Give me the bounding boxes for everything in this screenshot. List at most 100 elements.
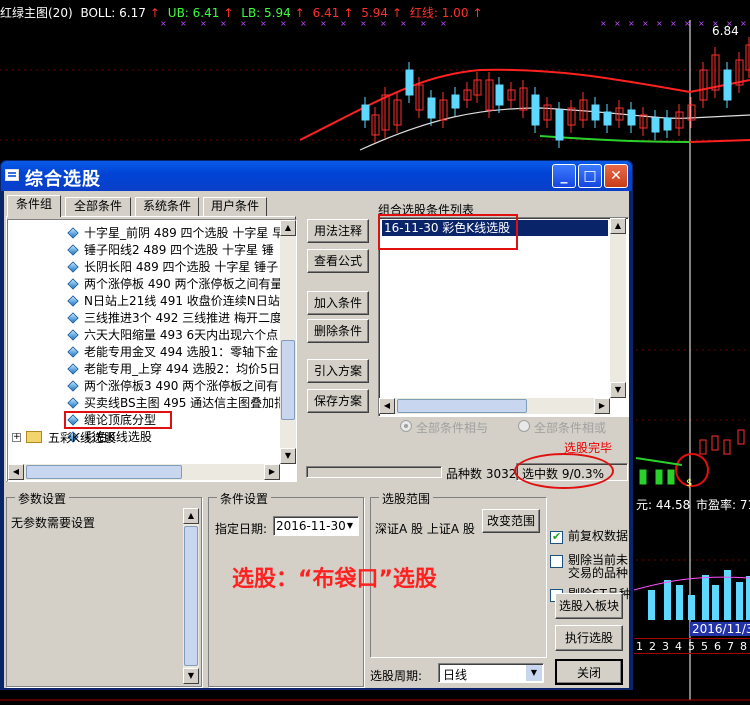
scroll-down-icon[interactable]: ▼ xyxy=(280,448,296,464)
scroll-thumb[interactable] xyxy=(281,340,295,420)
dialog-titlebar[interactable]: 综合选股 _ □ ✕ xyxy=(1,161,632,191)
volume-bar xyxy=(746,576,750,620)
candle-body xyxy=(451,94,460,109)
mid-button[interactable]: 引入方案 xyxy=(307,359,369,383)
cond-group-title: 条件设置 xyxy=(217,490,272,507)
radio-and[interactable] xyxy=(400,420,412,432)
tree-item[interactable]: 两个涨停板3 490 两个涨停板之间有 xyxy=(67,377,278,394)
formula-icon xyxy=(67,295,79,307)
scroll-left-icon[interactable]: ◀ xyxy=(379,398,395,414)
tree-item-label: 老能专用金叉 494 选股1：零轴下金 xyxy=(84,345,279,359)
mid-button[interactable]: 用法注释 xyxy=(307,219,369,243)
lower-candle xyxy=(667,469,675,485)
tree-folder-label[interactable]: 五彩K线选股 xyxy=(48,429,116,446)
dialog-body: 条件组 全部条件 系统条件 用户条件 十字星_前阴 489 四个选股 十字星 早… xyxy=(4,191,631,688)
param-vscrollbar[interactable]: ▲ ▼ xyxy=(183,508,199,684)
close-button[interactable]: 关闭 xyxy=(555,659,623,685)
scroll-down-icon[interactable]: ▼ xyxy=(610,382,626,398)
marker: × xyxy=(614,19,621,28)
period-select[interactable]: 日线 ▼ xyxy=(438,663,544,683)
dropdown-arrow-icon[interactable]: ▼ xyxy=(526,665,542,681)
tree-item[interactable]: 十字星_前阴 489 四个选股 十字星 早 xyxy=(67,224,285,241)
scroll-down-icon[interactable]: ▼ xyxy=(183,668,199,684)
arrow-up-icon: ↑ xyxy=(343,6,354,20)
scroll-thumb[interactable] xyxy=(184,526,198,666)
tree-item[interactable]: 六天大阳缩量 493 6天内出现六个点 xyxy=(67,326,279,343)
radio-and-label: 全部条件相与 xyxy=(416,421,489,435)
add-to-block-button[interactable]: 选股入板块 xyxy=(555,593,623,619)
arrow-line xyxy=(635,457,683,466)
scroll-up-icon[interactable]: ▲ xyxy=(183,508,199,524)
range-text: 深证A 股 上证A 股 xyxy=(375,522,475,536)
maximize-icon[interactable]: □ xyxy=(578,164,602,188)
volume-bar xyxy=(702,575,709,620)
tree-item[interactable]: 两个涨停板 490 两个涨停板之间有量 xyxy=(67,275,283,292)
checkbox-label: 前复权数据 xyxy=(568,529,629,543)
mid-button[interactable]: 保存方案 xyxy=(307,389,369,413)
tab-all-conditions[interactable]: 全部条件 xyxy=(65,197,131,217)
highlight-ellipse xyxy=(514,453,614,489)
close-icon[interactable]: ✕ xyxy=(604,164,628,188)
dropdown-arrow-icon[interactable]: ▼ xyxy=(343,518,357,534)
expand-icon[interactable]: + xyxy=(12,433,21,442)
value-1: 6.41 xyxy=(312,6,340,20)
marker: × xyxy=(628,19,635,28)
scroll-left-icon[interactable]: ◀ xyxy=(8,464,24,480)
tree-item[interactable]: 买卖线BS主图 495 通达信主图叠加指 xyxy=(67,394,287,411)
date-picker[interactable]: 2016-11-30 ▼ xyxy=(273,516,359,536)
yuan-label: 元: 44.58 xyxy=(636,498,691,512)
candle-body xyxy=(495,84,504,106)
mid-button[interactable]: 删除条件 xyxy=(307,319,369,343)
range-area xyxy=(375,540,539,656)
mid-button[interactable]: 查看公式 xyxy=(307,249,369,273)
tree-item[interactable]: 老能专用金叉 494 选股1：零轴下金 xyxy=(67,343,279,360)
value-2: 5.94 xyxy=(361,6,388,20)
pe-label: 市盈率: 71 xyxy=(696,498,750,512)
scroll-right-icon[interactable]: ▶ xyxy=(264,464,280,480)
chart-header: 红绿主图(20) BOLL: 6.17 ↑ UB: 6.41 ↑ LB: 5.94 ↑… xyxy=(0,4,487,21)
tree-item-label: 六天大阳缩量 493 6天内出现六个点 xyxy=(84,328,279,342)
minimize-icon[interactable]: _ xyxy=(552,164,576,188)
period-label: 选股周期: xyxy=(370,669,423,683)
tree-item-label: 买卖线BS主图 495 通达信主图叠加指 xyxy=(84,396,287,410)
radio-or[interactable] xyxy=(518,420,530,432)
combo-vscrollbar[interactable]: ▲ ▼ xyxy=(610,218,626,398)
tree-item[interactable]: 锤子阳线2 489 四个选股 十字星 锤 xyxy=(67,241,274,258)
condition-tree[interactable]: 十字星_前阴 489 四个选股 十字星 早锤子阳线2 489 四个选股 十字星 … xyxy=(7,219,297,482)
stock-screener-dialog: 综合选股 _ □ ✕ 条件组 全部条件 系统条件 用户条件 十字星_前阴 489… xyxy=(0,160,633,690)
tab-user-conditions[interactable]: 用户条件 xyxy=(203,197,267,217)
checkbox[interactable]: ✔ xyxy=(550,530,563,544)
tab-system-conditions[interactable]: 系统条件 xyxy=(135,197,199,217)
annotation-text: 选股：“布袋口”选股 xyxy=(232,567,437,592)
tree-item[interactable]: N日站上21线 491 收盘价连续N日站上 xyxy=(67,292,292,309)
radio-or-label: 全部条件相或 xyxy=(534,421,607,435)
formula-icon xyxy=(67,380,79,392)
tree-item[interactable]: 三线推进3个 492 三线推进 梅开二度 xyxy=(67,309,282,326)
formula-icon xyxy=(67,244,79,256)
arrow-up-icon: ↑ xyxy=(149,6,160,20)
mid-button[interactable]: 加入条件 xyxy=(307,291,369,315)
param-text: 无参数需要设置 xyxy=(11,516,96,530)
hscroll-thumb[interactable] xyxy=(397,399,527,413)
scroll-up-icon[interactable]: ▲ xyxy=(280,220,296,236)
count-label: 品种数 3032 xyxy=(446,467,517,481)
scroll-right-icon[interactable]: ▶ xyxy=(594,398,610,414)
marker: × xyxy=(642,19,649,28)
candle-body xyxy=(405,69,414,96)
volume-bar xyxy=(736,582,743,620)
tab-condition-group[interactable]: 条件组 xyxy=(7,195,61,217)
tree-vscrollbar[interactable]: ▲ ▼ xyxy=(280,220,296,464)
date-cell: 7 xyxy=(727,640,734,653)
run-screening-button[interactable]: 执行选股 xyxy=(555,625,623,651)
date-cell: 8 xyxy=(740,640,747,653)
chart-title: 红绿主图(20) xyxy=(0,6,73,20)
hscroll-thumb[interactable] xyxy=(26,465,182,479)
checkbox[interactable] xyxy=(550,555,563,568)
combo-hscrollbar[interactable]: ◀ ▶ xyxy=(379,398,610,414)
tree-hscrollbar[interactable]: ◀ ▶ xyxy=(8,464,280,480)
tree-item[interactable]: 老能专用_上穿 494 选股2：均价5日, xyxy=(67,360,284,377)
tree-item[interactable]: 长阴长阳 489 四个选股 十字星 锤子 xyxy=(67,258,278,275)
scroll-up-icon[interactable]: ▲ xyxy=(610,218,626,234)
change-range-button[interactable]: 改变范围 xyxy=(482,509,540,533)
tree-item-label: 十字星_前阴 489 四个选股 十字星 早 xyxy=(84,226,285,240)
